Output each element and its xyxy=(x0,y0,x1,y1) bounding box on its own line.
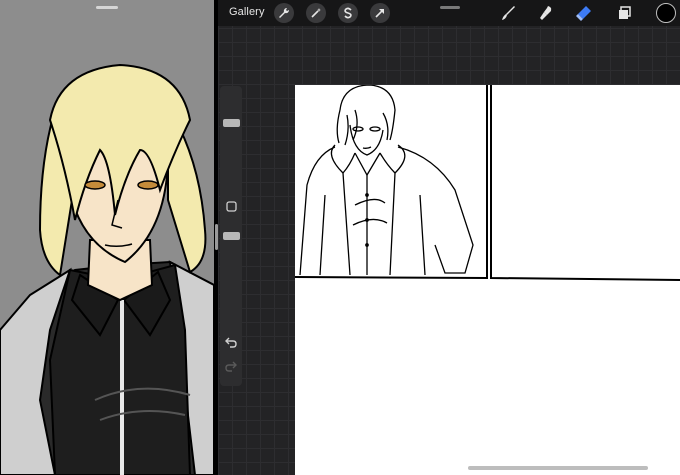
canvas-area[interactable]: Gallery xyxy=(218,0,680,475)
home-indicator xyxy=(468,466,648,470)
smudge-icon[interactable] xyxy=(536,3,556,23)
brush-icon[interactable] xyxy=(498,3,518,23)
toolbar-grabber[interactable] xyxy=(440,6,460,9)
gallery-button[interactable]: Gallery xyxy=(229,6,265,18)
reference-window[interactable] xyxy=(0,0,214,475)
brush-size-slider[interactable] xyxy=(223,119,240,127)
sidebar xyxy=(220,86,242,386)
drawing-canvas[interactable] xyxy=(294,84,680,475)
top-toolbar: Gallery xyxy=(218,0,680,26)
layers-icon[interactable] xyxy=(615,3,635,23)
eraser-icon[interactable] xyxy=(574,3,594,23)
transform-arrow-icon[interactable] xyxy=(370,3,390,23)
wrench-icon[interactable] xyxy=(274,3,294,23)
reference-image xyxy=(0,63,214,475)
opacity-slider[interactable] xyxy=(223,232,240,240)
undo-button[interactable] xyxy=(223,334,239,350)
magic-wand-icon[interactable] xyxy=(306,3,326,23)
modify-square-button[interactable] xyxy=(223,198,239,214)
color-picker-swatch[interactable] xyxy=(656,3,676,23)
redo-button[interactable] xyxy=(223,358,239,374)
selection-s-icon[interactable] xyxy=(338,3,358,23)
comic-panels-sketch xyxy=(294,84,680,281)
